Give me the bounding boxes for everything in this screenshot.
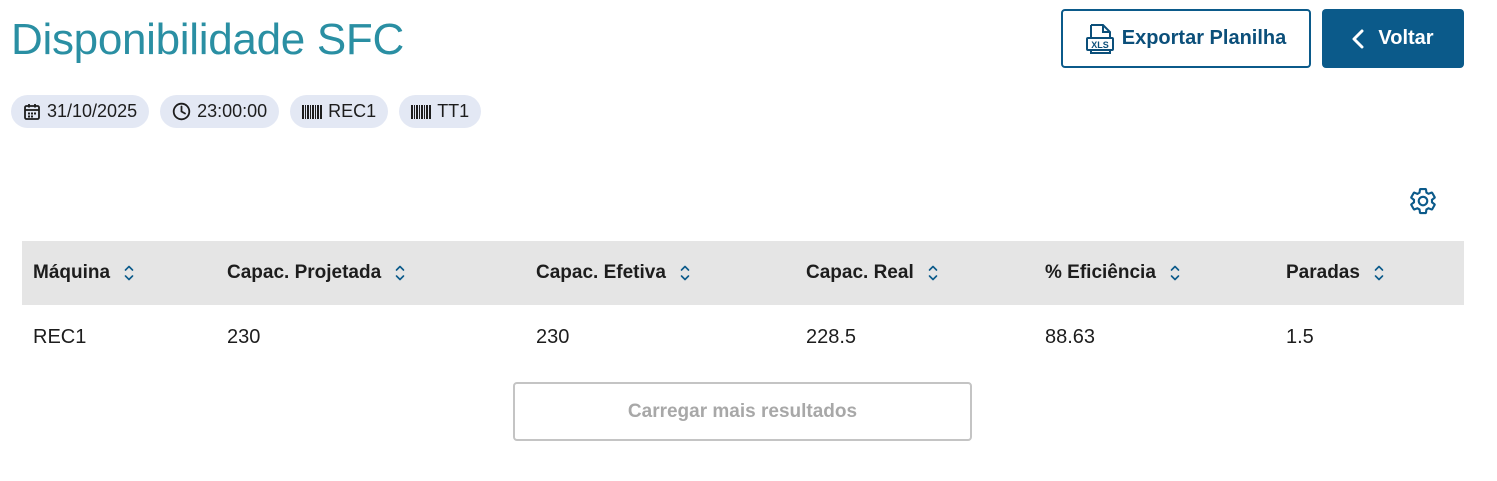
back-button-label: Voltar xyxy=(1378,27,1434,49)
xls-file-icon: XLS xyxy=(1085,23,1114,55)
table-cell: 230 xyxy=(227,325,261,348)
sort-icon xyxy=(1170,264,1180,282)
column-header-capac-projetada[interactable]: Capac. Projetada xyxy=(227,241,405,305)
table-cell: 230 xyxy=(536,325,570,348)
table-row: REC1 230 230 228.5 88.63 1.5 xyxy=(22,305,1464,369)
export-spreadsheet-button[interactable]: XLS Exportar Planilha xyxy=(1061,9,1311,68)
column-header-maquina[interactable]: Máquina xyxy=(33,241,134,305)
sort-icon xyxy=(680,264,690,282)
table-cell: 228.5 xyxy=(806,325,857,348)
filter-chip-machine: REC1 xyxy=(290,95,389,128)
filter-chip-date: 31/10/2025 xyxy=(11,95,150,128)
gear-icon[interactable] xyxy=(1408,186,1438,216)
column-header-label: Paradas xyxy=(1286,262,1360,283)
filter-chip-line: TT1 xyxy=(399,95,482,128)
sort-icon xyxy=(395,264,405,282)
filter-chip-label: REC1 xyxy=(328,101,377,121)
svg-text:XLS: XLS xyxy=(1091,40,1109,50)
page-title: Disponibilidade SFC xyxy=(11,15,404,64)
back-button[interactable]: Voltar xyxy=(1322,9,1464,68)
table-cell: 1.5 xyxy=(1286,325,1314,348)
sort-icon xyxy=(124,264,134,282)
filter-chips: 31/10/2025 23:00:00 REC1 TT1 xyxy=(11,95,482,128)
barcode-icon xyxy=(302,104,323,119)
column-header-label: Máquina xyxy=(33,262,111,283)
export-button-label: Exportar Planilha xyxy=(1121,27,1287,49)
filter-chip-label: TT1 xyxy=(437,101,470,121)
column-header-label: Capac. Projetada xyxy=(227,262,382,283)
filter-chip-label: 23:00:00 xyxy=(197,101,268,121)
sort-icon xyxy=(928,264,938,282)
column-header-paradas[interactable]: Paradas xyxy=(1286,241,1384,305)
table-cell: 88.63 xyxy=(1045,325,1096,348)
filter-chip-time: 23:00:00 xyxy=(160,95,280,128)
column-header-eficiencia[interactable]: % Eficiência xyxy=(1045,241,1180,305)
load-more-button[interactable]: Carregar mais resultados xyxy=(513,382,972,441)
clock-icon xyxy=(172,102,191,121)
column-header-label: Capac. Real xyxy=(806,262,914,283)
sort-icon xyxy=(1374,264,1384,282)
column-header-capac-efetiva[interactable]: Capac. Efetiva xyxy=(536,241,690,305)
results-table: Máquina Capac. Projetada Capac. Efetiva … xyxy=(22,241,1464,369)
chevron-left-icon xyxy=(1352,29,1364,49)
table-header: Máquina Capac. Projetada Capac. Efetiva … xyxy=(22,241,1464,305)
column-header-label: Capac. Efetiva xyxy=(536,262,666,283)
filter-chip-label: 31/10/2025 xyxy=(47,101,138,121)
column-header-capac-real[interactable]: Capac. Real xyxy=(806,241,938,305)
barcode-icon xyxy=(411,104,432,119)
column-header-label: % Eficiência xyxy=(1045,262,1156,283)
calendar-icon xyxy=(23,103,41,121)
table-cell: REC1 xyxy=(33,325,87,348)
